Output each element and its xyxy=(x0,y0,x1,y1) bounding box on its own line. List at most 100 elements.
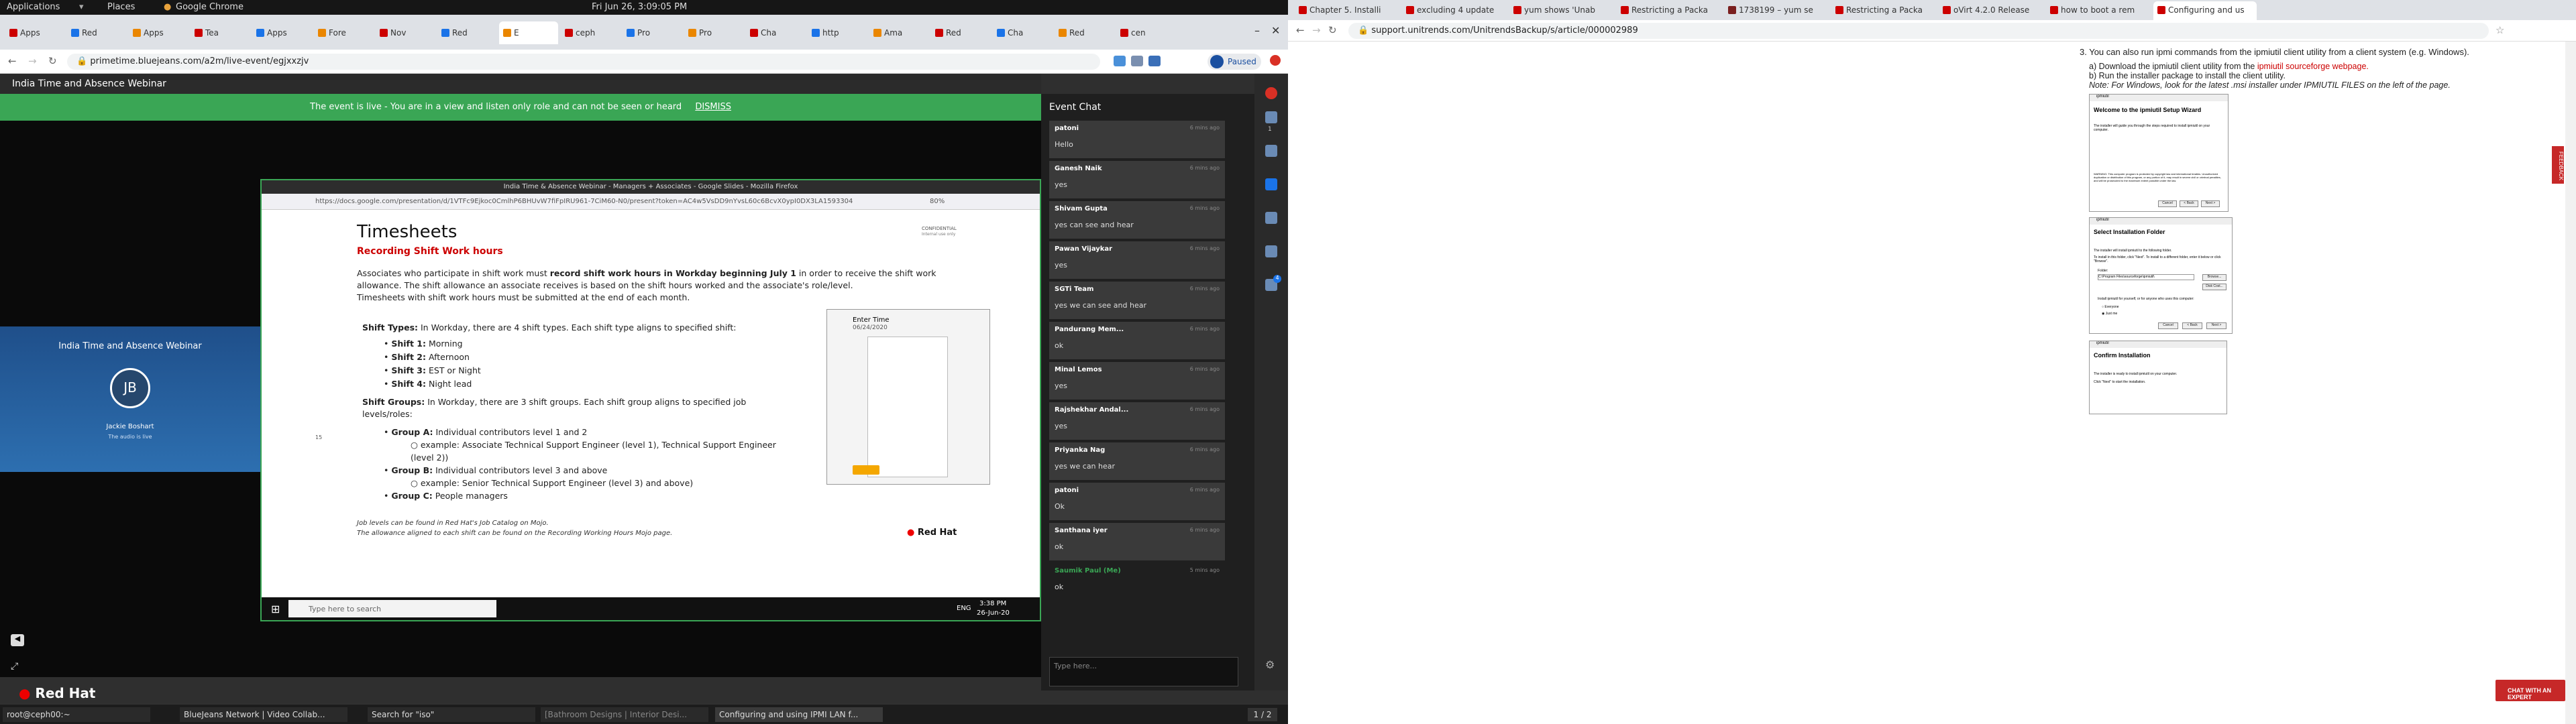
workspace-indicator[interactable]: 1 / 2 xyxy=(1248,708,1277,721)
phone-icon[interactable] xyxy=(1265,87,1277,99)
applications-menu[interactable]: Applications xyxy=(7,2,60,12)
right-reload-icon[interactable]: ↻ xyxy=(1328,24,1337,36)
browser-tab[interactable]: Apps xyxy=(129,21,188,44)
chat-text: Hello xyxy=(1055,140,1073,149)
paused-profile-button[interactable]: Paused xyxy=(1208,54,1261,70)
browser-tab[interactable]: oVirt 4.2.0 Release xyxy=(1939,1,2042,20)
browser-tab[interactable]: excluding 4 update xyxy=(1402,1,1505,20)
chat-expert-label: CHAT WITH AN EXPERT xyxy=(2508,687,2551,701)
browser-tab[interactable]: Apps xyxy=(252,21,311,44)
extension-icon[interactable] xyxy=(1148,56,1161,66)
chat-message: Saumik Paul (Me) 5 mins ago ok xyxy=(1049,563,1225,601)
right-url-input[interactable]: 🔒 support.unitrends.com/UnitrendsBackup/… xyxy=(1348,23,2489,39)
menu-icon[interactable] xyxy=(1270,55,1281,66)
browser-tab[interactable]: Red xyxy=(437,21,496,44)
wizard2-line2: To install in this folder, click "Next".… xyxy=(2094,255,2221,263)
group-a-example: ○ example: Associate Technical Support E… xyxy=(411,440,776,463)
browser-tab[interactable]: yum shows 'Unab xyxy=(1509,1,1613,20)
hand-icon[interactable] xyxy=(1265,145,1277,157)
browser-tab[interactable]: Red xyxy=(67,21,126,44)
browser-tab[interactable]: http xyxy=(808,21,867,44)
back-icon[interactable]: ← xyxy=(8,55,17,67)
wizard2-back: < Back xyxy=(2182,322,2202,329)
browser-tab[interactable]: Fore xyxy=(314,21,373,44)
browser-tab[interactable]: Apps xyxy=(5,21,64,44)
people-icon[interactable] xyxy=(1265,111,1277,123)
shift-item: • Shift 2: Afternoon xyxy=(384,352,470,362)
taskbar-time[interactable]: 3:38 PM xyxy=(979,600,1006,607)
group-c-text: People managers xyxy=(432,491,508,501)
bookmark-star-icon[interactable]: ☆ xyxy=(2496,24,2504,36)
tab-favicon-icon xyxy=(1621,6,1629,14)
right-back-icon[interactable]: ← xyxy=(1296,24,1305,36)
windows-search-box[interactable]: Type here to search xyxy=(288,600,496,617)
browser-tab[interactable]: Red xyxy=(931,21,990,44)
browser-tab[interactable]: Tea xyxy=(191,21,250,44)
browser-tab[interactable]: E xyxy=(499,21,558,44)
speaker-icon[interactable]: ◀ xyxy=(11,634,24,646)
browser-tab[interactable]: how to boot a rem xyxy=(2046,1,2149,20)
chat-message: Santhana iyer 6 mins ago ok xyxy=(1049,523,1225,560)
taskbar-item[interactable]: Configuring and using IPMI LAN f... xyxy=(715,707,883,722)
app-menu[interactable]: Google Chrome xyxy=(176,2,244,12)
left-url-input[interactable]: 🔒 primetime.bluejeans.com/a2m/live-event… xyxy=(67,54,1100,70)
chat-input[interactable]: Type here... xyxy=(1049,657,1238,686)
window-close-icon[interactable]: ✕ xyxy=(1271,24,1280,37)
shift-types: Shift Types: In Workday, there are 4 shi… xyxy=(362,322,736,333)
shift-value: Afternoon xyxy=(426,352,470,362)
feedback-tab[interactable]: FEEDBACK xyxy=(2552,146,2564,184)
places-menu[interactable]: Places xyxy=(107,2,135,12)
qa-icon[interactable] xyxy=(1265,245,1277,257)
right-url-text: support.unitrends.com/UnitrendsBackup/s/… xyxy=(1371,25,1638,36)
extension-icon[interactable] xyxy=(1131,56,1143,66)
chat-icon[interactable] xyxy=(1265,178,1277,190)
windows-start-icon[interactable]: ⊞ xyxy=(271,603,280,615)
extension-icon[interactable] xyxy=(1114,56,1126,66)
chrome-icon: ● xyxy=(164,2,172,12)
wizard-confirm-image: ipmiutil Confirm Installation The instal… xyxy=(2089,341,2227,414)
browser-tab[interactable]: ceph xyxy=(561,21,620,44)
browser-tab[interactable]: Restricting a Packa xyxy=(1831,1,1935,20)
forward-icon[interactable]: → xyxy=(28,55,37,67)
reload-icon[interactable]: ↻ xyxy=(48,55,57,67)
wizard2-everyone: ○ Everyone xyxy=(2102,305,2119,309)
fullscreen-icon[interactable]: ⤢ xyxy=(11,661,24,674)
browser-tab[interactable]: Red xyxy=(1055,21,1114,44)
browser-tab[interactable]: 1738199 – yum se xyxy=(1724,1,1827,20)
wizard-welcome-image: ipmiutil Welcome to the ipmiutil Setup W… xyxy=(2089,94,2229,212)
tab-label: Cha xyxy=(761,28,777,38)
chat-expert-button[interactable]: CHAT WITH AN EXPERT xyxy=(2496,680,2565,701)
right-scrollbar[interactable] xyxy=(2565,42,2576,724)
right-forward-icon[interactable]: → xyxy=(1312,24,1321,36)
taskbar-date[interactable]: 26-Jun-20 xyxy=(977,609,1010,617)
browser-tab[interactable]: Cha xyxy=(746,21,805,44)
browser-tab[interactable]: Restricting a Packa xyxy=(1617,1,1720,20)
taskbar-item[interactable]: BlueJeans Network | Video Collab... xyxy=(180,707,347,722)
browser-tab[interactable]: Configuring and us xyxy=(2153,1,2257,20)
browser-tab[interactable]: Ama xyxy=(869,21,928,44)
taskbar-item[interactable]: [Bathroom Designs | Interior Desi... xyxy=(541,707,708,722)
group-c: • Group C: People managers xyxy=(384,491,508,501)
browser-tab[interactable]: Nov xyxy=(376,21,435,44)
taskbar-item[interactable]: Search for "iso" xyxy=(368,707,535,722)
browser-tab[interactable]: Chapter 5. Installi xyxy=(1295,1,1398,20)
window-minimize-icon[interactable]: – xyxy=(1254,24,1260,37)
browser-tab[interactable]: Cha xyxy=(993,21,1052,44)
taskbar-item[interactable]: root@ceph00:~ xyxy=(3,707,150,722)
tab-favicon-icon xyxy=(256,29,264,37)
settings-gear-icon[interactable]: ⚙ xyxy=(1265,658,1275,671)
tab-favicon-icon xyxy=(441,29,449,37)
wizard3-title: ipmiutil xyxy=(2090,341,2226,348)
dismiss-link[interactable]: DISMISS xyxy=(695,102,731,112)
browser-tab[interactable]: Pro xyxy=(623,21,682,44)
group-a-text: Individual contributors level 1 and 2 xyxy=(433,427,588,437)
browser-tab[interactable]: cen xyxy=(1116,21,1175,44)
taskbar-lang[interactable]: ENG xyxy=(957,605,971,612)
left-address-bar: ← → ↻ 🔒 primetime.bluejeans.com/a2m/live… xyxy=(0,50,1288,74)
browser-tab[interactable]: Pro xyxy=(684,21,743,44)
firefox-zoom: 80% xyxy=(930,198,945,205)
share-icon[interactable] xyxy=(1265,212,1277,224)
clock[interactable]: Fri Jun 26, 3:09:05 PM xyxy=(592,2,687,12)
sourceforge-link[interactable]: ipmiutil sourceforge webpage. xyxy=(2257,62,2369,71)
chat-message: SGTi Team 6 mins ago yes we can see and he… xyxy=(1049,282,1225,319)
